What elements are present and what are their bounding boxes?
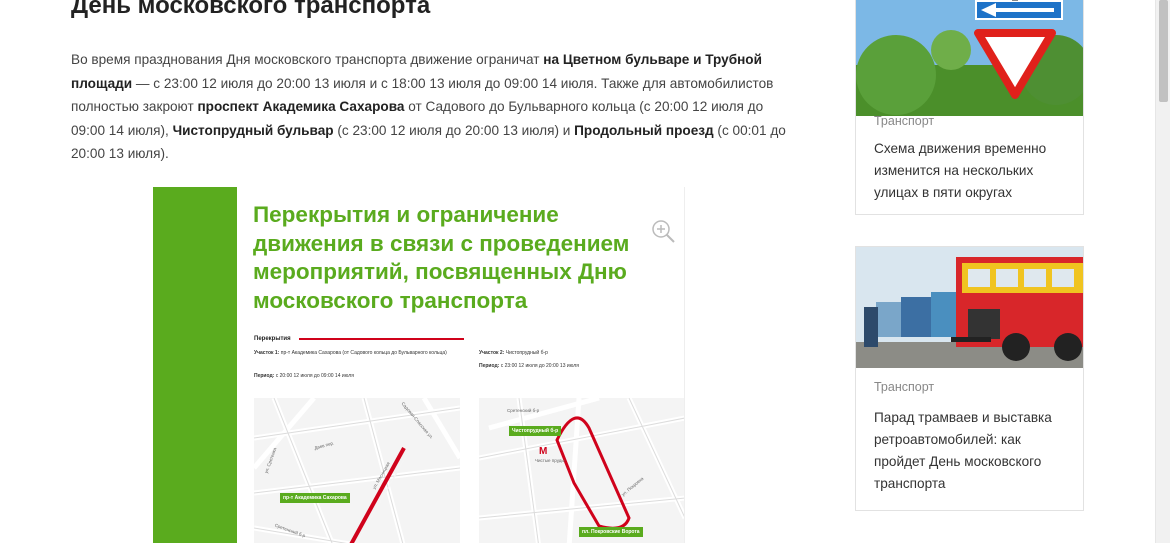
card-image-retro-bus[interactable]	[856, 247, 1083, 368]
infographic-image[interactable]: Перекрытия и ограничение движения в связ…	[153, 187, 685, 543]
map-label-pokrovskie-vorota: пл. Покровские Ворота	[579, 527, 643, 537]
bold-segment: проспект Академика Сахарова	[197, 99, 405, 114]
card-image-road-signs[interactable]	[856, 0, 1083, 116]
card-category[interactable]: Транспорт	[874, 380, 934, 394]
plot2-period: Период: с 23:00 12 июля до 20:00 13 июля	[479, 363, 579, 369]
news-card-2[interactable]: Транспорт Парад трамваев и выставка ретр…	[855, 246, 1084, 511]
map-chistoprudny: М Чистопрудный б-р пл. Покровские Ворота…	[479, 398, 684, 543]
plot2-description: Участок 2: Чистопрудный б-р	[479, 350, 548, 356]
article-paragraph: Во время празднования Дня московского тр…	[71, 48, 791, 166]
plot1-period: Период: с 20:00 12 июля до 09:00 14 июля	[254, 373, 354, 379]
green-side-bar	[153, 187, 237, 543]
closures-heading: Перекрытия	[254, 336, 291, 342]
card-title[interactable]: Парад трамваев и выставка ретроавтомобил…	[874, 407, 1069, 495]
zoom-in-icon[interactable]	[651, 219, 677, 245]
street-label: Сретенский б-р	[507, 408, 540, 413]
card-category[interactable]: Транспорт	[874, 114, 934, 128]
street-label: Чистые пруды	[535, 458, 565, 463]
map-label-sakharova: пр-т Академика Сахарова	[280, 493, 350, 503]
svg-text:М: М	[539, 446, 547, 457]
page-scrollbar[interactable]	[1155, 0, 1170, 543]
news-card-1[interactable]: Транспорт Схема движения временно измени…	[855, 0, 1084, 215]
article-title: День московского транспорта	[71, 0, 431, 19]
card-title[interactable]: Схема движения временно изменится на нес…	[874, 138, 1069, 204]
text-segment: Во время празднования Дня московского тр…	[71, 52, 544, 67]
map-sakharova: пр-т Академика Сахарова Садовая-Спасская…	[254, 398, 460, 543]
map-label-chistoprudny: Чистопрудный б-р	[509, 426, 562, 436]
plot1-description: Участок 1: пр-т Академика Сахарова (от С…	[254, 350, 447, 356]
scrollbar-thumb[interactable]	[1159, 0, 1168, 102]
bold-segment: Продольный проезд	[574, 122, 714, 138]
closures-red-line	[299, 338, 464, 340]
text-segment: (с 23:00 12 июля до 20:00 13 июля) и	[333, 122, 575, 138]
bold-segment: Чистопрудный бульвар	[172, 122, 334, 138]
infographic-title: Перекрытия и ограничение движения в связ…	[253, 202, 630, 313]
